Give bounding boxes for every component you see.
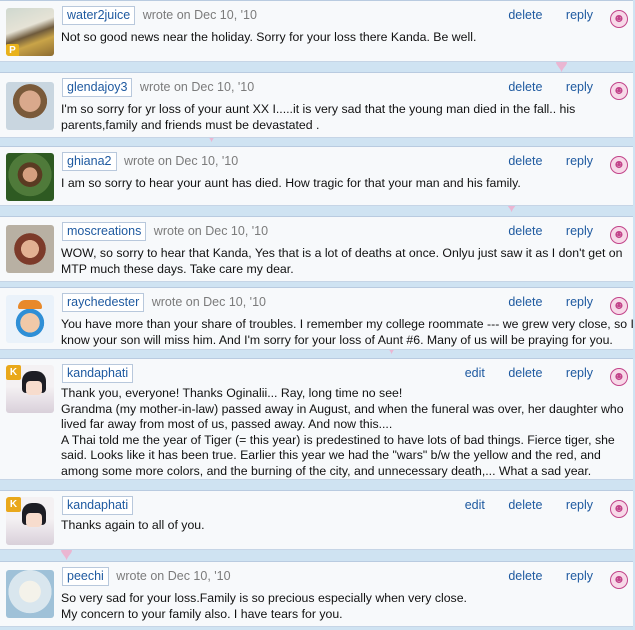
comment-body: WOW, so sorry to hear that Kanda, Yes th…: [61, 246, 623, 276]
reply-link[interactable]: reply: [566, 295, 593, 309]
woman-photo-avatar[interactable]: [6, 82, 54, 130]
reply-link[interactable]: reply: [566, 224, 593, 238]
delete-link[interactable]: delete: [508, 498, 542, 512]
cap-icon: [18, 300, 42, 309]
emote-smiley-icon[interactable]: ☻: [610, 297, 628, 315]
edit-link[interactable]: edit: [465, 366, 485, 380]
reply-link[interactable]: reply: [566, 366, 593, 380]
face-icon: [26, 513, 42, 527]
comment-item: raychedester wrote on Dec 10, '10 delete…: [0, 287, 634, 350]
emote-smiley-icon[interactable]: ☻: [610, 368, 628, 386]
username-link[interactable]: water2juice: [62, 6, 136, 25]
comment-body: You have more than your share of trouble…: [61, 317, 634, 347]
username-link[interactable]: peechi: [62, 567, 109, 586]
garden-photo-avatar[interactable]: [6, 153, 54, 201]
reply-link[interactable]: reply: [566, 498, 593, 512]
reply-link[interactable]: reply: [566, 8, 593, 22]
emote-smiley-icon[interactable]: ☻: [610, 10, 628, 28]
comment-item: glendajoy3 wrote on Dec 10, '10 delete r…: [0, 72, 633, 138]
k-badge-icon: K: [6, 497, 21, 512]
duck-avatar[interactable]: P: [6, 8, 54, 56]
username-link[interactable]: kandaphati: [62, 364, 134, 383]
comment-body: So very sad for your loss.Family is so p…: [61, 591, 467, 621]
post-date: wrote on Dec 10, '10: [123, 154, 239, 168]
comment-item: ghiana2 wrote on Dec 10, '10 delete repl…: [0, 146, 633, 206]
emote-smiley-icon[interactable]: ☻: [610, 571, 628, 589]
username-link[interactable]: raychedester: [62, 293, 145, 312]
post-date: wrote on Dec 10, '10: [139, 80, 255, 94]
cartoon-man-avatar[interactable]: [6, 295, 54, 343]
username-link[interactable]: moscreations: [62, 222, 147, 241]
delete-link[interactable]: delete: [508, 366, 542, 380]
comment-item: peechi wrote on Dec 10, '10 delete reply…: [0, 561, 633, 627]
comment-body: Not so good news near the holiday. Sorry…: [61, 30, 477, 44]
reply-link[interactable]: reply: [566, 569, 593, 583]
comment-item: K kandaphati edit delete reply ☻ Thanks …: [0, 490, 633, 550]
emote-smiley-icon[interactable]: ☻: [610, 226, 628, 244]
username-link[interactable]: ghiana2: [62, 152, 117, 171]
k-badge-icon: K: [6, 365, 21, 380]
username-link[interactable]: kandaphati: [62, 496, 134, 515]
delete-link[interactable]: delete: [508, 80, 542, 94]
comment-body: I am so sorry to hear your aunt has died…: [61, 176, 521, 190]
emote-smiley-icon[interactable]: ☻: [610, 500, 628, 518]
delete-link[interactable]: delete: [508, 224, 542, 238]
post-date: wrote on Dec 10, '10: [151, 295, 266, 309]
anime-girl-avatar[interactable]: K: [6, 365, 54, 413]
post-date: wrote on Dec 10, '10: [116, 569, 231, 583]
reply-link[interactable]: reply: [566, 80, 593, 94]
comment-item: moscreations wrote on Dec 10, '10 delete…: [0, 216, 633, 282]
reply-link[interactable]: reply: [566, 154, 593, 168]
comment-body: Thanks again to all of you.: [61, 518, 205, 532]
grandma-photo-avatar[interactable]: [6, 225, 54, 273]
edit-link[interactable]: edit: [465, 498, 485, 512]
comment-body: I'm so sorry for yr loss of your aunt XX…: [61, 102, 576, 132]
polar-bear-avatar[interactable]: [6, 570, 54, 618]
delete-link[interactable]: delete: [508, 569, 542, 583]
premium-badge-icon: P: [6, 44, 19, 56]
post-date: wrote on Dec 10, '10: [153, 224, 269, 238]
post-date: wrote on Dec 10, '10: [142, 8, 257, 22]
delete-link[interactable]: delete: [508, 295, 542, 309]
username-link[interactable]: glendajoy3: [62, 78, 133, 97]
emote-smiley-icon[interactable]: ☻: [610, 82, 628, 100]
anime-girl-avatar[interactable]: K: [6, 497, 54, 545]
comment-item: K kandaphati edit delete reply ☻ Thank y…: [0, 358, 633, 480]
comment-body: Thank you, everyone! Thanks Oginalii... …: [61, 386, 624, 478]
emote-smiley-icon[interactable]: ☻: [610, 156, 628, 174]
face-icon: [26, 381, 42, 395]
comment-item: P water2juice wrote on Dec 10, '10 delet…: [0, 0, 633, 62]
delete-link[interactable]: delete: [508, 154, 542, 168]
delete-link[interactable]: delete: [508, 8, 542, 22]
